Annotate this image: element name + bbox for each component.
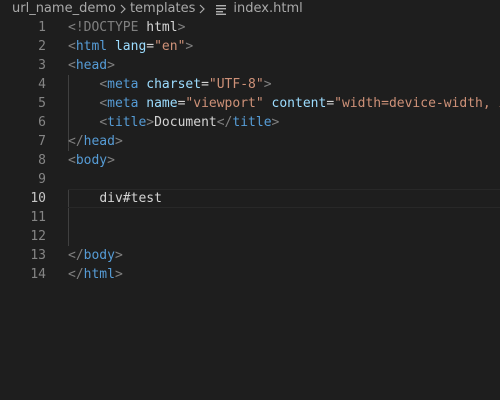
- code-lines[interactable]: <!DOCTYPE html> <html lang="en"> <head> …: [68, 18, 500, 284]
- code-line[interactable]: </html>: [68, 265, 500, 284]
- token-punct: <: [68, 39, 76, 54]
- token-attr: content: [271, 96, 327, 111]
- token-punct: <: [99, 77, 108, 92]
- chevron-right-icon: [118, 0, 128, 18]
- line-number: 11: [30, 210, 46, 225]
- token-punct: <: [68, 58, 76, 73]
- token-attr: lang: [114, 39, 147, 54]
- line-number-gutter: 1 2 3 4 5 6 7 8 9 10 11 12 13 14: [0, 18, 46, 284]
- token-punct: >: [114, 267, 123, 282]
- line-number: 8: [38, 153, 46, 168]
- line-number: 2: [38, 39, 46, 54]
- chevron-right-icon: [197, 0, 207, 18]
- code-line-empty[interactable]: [68, 208, 500, 227]
- token-punct: <: [99, 96, 108, 111]
- token-tag: html: [83, 267, 115, 282]
- line-number: 12: [30, 229, 46, 244]
- token-punct: </: [68, 267, 84, 282]
- code-line[interactable]: <meta name="viewport" content="width=dev…: [68, 94, 500, 113]
- token-tag: body: [75, 153, 108, 168]
- breadcrumb-folder-url-name-demo[interactable]: url_name_demo: [12, 0, 116, 18]
- token-string: "width=device-width, initial-scale=1.0": [334, 96, 500, 111]
- breadcrumb-file-index-html[interactable]: index.html: [233, 0, 302, 18]
- token-tag: meta: [107, 96, 139, 111]
- code-line[interactable]: <title>Document</title>: [68, 113, 500, 132]
- token-text: Document: [154, 115, 217, 130]
- line-number: 4: [38, 77, 46, 92]
- breadcrumb: url_name_demo templates index.html: [0, 0, 500, 18]
- token-attr: name: [146, 96, 178, 111]
- code-line-empty[interactable]: [68, 227, 500, 246]
- code-line[interactable]: <meta charset="UTF-8">: [68, 75, 500, 94]
- token-text: div#test: [99, 191, 162, 206]
- breadcrumb-folder-templates[interactable]: templates: [130, 0, 195, 18]
- token-punct: >: [271, 115, 280, 130]
- token-text: html: [138, 20, 178, 35]
- token-punct: =: [326, 96, 335, 111]
- code-editor[interactable]: 1 2 3 4 5 6 7 8 9 10 11 12 13 14 <!DOCTY…: [0, 18, 500, 400]
- token-tag: head: [75, 58, 108, 73]
- line-number: 13: [30, 248, 46, 263]
- token-punct: >: [107, 58, 115, 73]
- token-punct: <: [68, 153, 76, 168]
- token-punct: >: [263, 77, 272, 92]
- token-attr: charset: [146, 77, 202, 92]
- code-line[interactable]: </body>: [68, 246, 500, 265]
- token-punct: <: [99, 115, 108, 130]
- code-line-empty[interactable]: [68, 170, 500, 189]
- code-line[interactable]: <body>: [68, 151, 500, 170]
- token-tag: title: [232, 115, 272, 130]
- token-punct: =: [146, 39, 155, 54]
- token-string: "en": [154, 39, 186, 54]
- code-line[interactable]: <!DOCTYPE html>: [68, 18, 500, 37]
- token-punct: >: [107, 153, 115, 168]
- token-tag: html: [75, 39, 108, 54]
- line-number-current: 10: [30, 191, 46, 206]
- token-punct: >: [114, 248, 123, 263]
- line-number: 9: [38, 172, 46, 187]
- line-number: 6: [38, 115, 46, 130]
- token-punct: =: [201, 77, 209, 92]
- code-line[interactable]: <head>: [68, 56, 500, 75]
- token-punct: >: [177, 20, 186, 35]
- line-number: 3: [38, 58, 46, 73]
- token-tag: body: [83, 248, 115, 263]
- token-tag: title: [107, 115, 147, 130]
- token-punct: <!DOCTYPE: [68, 20, 139, 35]
- html-file-icon: [215, 0, 229, 18]
- token-string: "UTF-8": [208, 77, 264, 92]
- token-punct: >: [185, 39, 194, 54]
- token-tag: head: [83, 134, 115, 149]
- token-tag: meta: [107, 77, 139, 92]
- token-punct: >: [114, 134, 123, 149]
- line-number: 14: [30, 267, 46, 282]
- token-punct: >: [146, 115, 155, 130]
- line-number: 1: [38, 20, 46, 35]
- token-punct: </: [68, 134, 84, 149]
- token-string: "viewport": [185, 96, 264, 111]
- code-line-current[interactable]: div#test: [68, 189, 500, 208]
- token-punct: </: [68, 248, 84, 263]
- token-punct: </: [216, 115, 233, 130]
- line-number: 7: [38, 134, 46, 149]
- code-line[interactable]: <html lang="en">: [68, 37, 500, 56]
- code-line[interactable]: </head>: [68, 132, 500, 151]
- line-number: 5: [38, 96, 46, 111]
